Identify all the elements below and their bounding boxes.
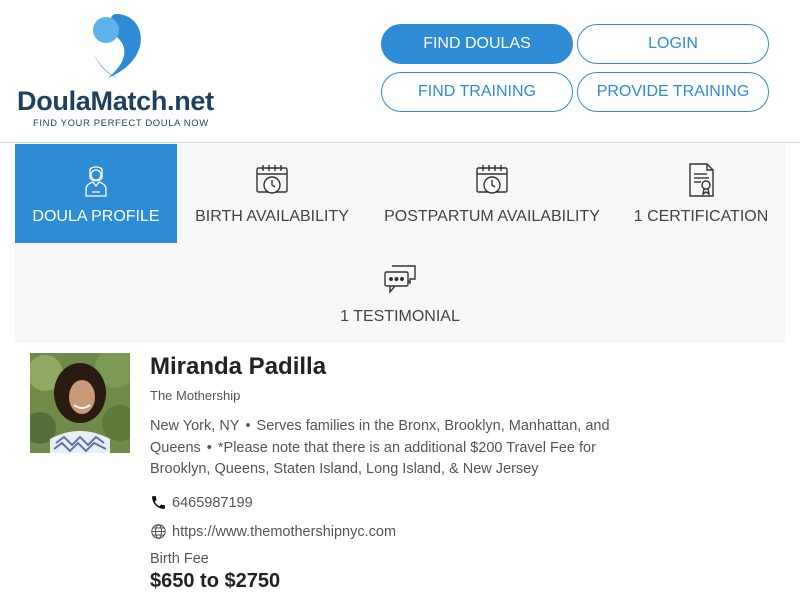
tab-label: POSTPARTUM AVAILABILITY [384, 208, 600, 225]
phone-row[interactable]: 6465987199 [150, 494, 253, 511]
tab-label: DOULA PROFILE [32, 208, 160, 225]
logo-tagline: FIND YOUR PERFECT DOULA NOW [33, 118, 209, 129]
travel-fee-note: *Please note that there is an additional… [150, 439, 596, 478]
doula-name: Miranda Padilla [150, 353, 327, 380]
login-button[interactable]: LOGIN [577, 24, 769, 64]
tab-label: 1 TESTIMONIAL [340, 308, 460, 325]
person-icon [85, 166, 107, 197]
chat-bubbles-icon [384, 265, 416, 294]
logo-mark-icon [93, 14, 141, 78]
bullet-separator: • [206, 439, 212, 456]
calendar-clock-icon [476, 165, 508, 194]
doula-organization: The Mothership [150, 388, 241, 403]
logo-wordmark: DoulaMatch.net [17, 86, 214, 116]
tab-label: BIRTH AVAILABILITY [195, 208, 349, 225]
profile-tabs: DOULA PROFILE BIRTH AVAILABILITY POSTPAR… [15, 144, 785, 343]
globe-icon [151, 524, 166, 539]
birth-fee-value: $650 to $2750 [150, 570, 281, 592]
site-logo[interactable]: DoulaMatch.net FIND YOUR PERFECT DOULA N… [15, 10, 220, 130]
tab-birth-availability[interactable]: BIRTH AVAILABILITY [177, 144, 367, 243]
certificate-icon [689, 163, 714, 197]
service-location: New York, NY • Serves families in the Bron… [150, 416, 630, 481]
birth-fee-label: Birth Fee [150, 551, 209, 567]
website-row[interactable]: https://www.themothershipnyc.com [150, 523, 396, 540]
calendar-clock-icon [256, 165, 288, 194]
bullet-separator: • [245, 418, 251, 434]
site-header: DoulaMatch.net FIND YOUR PERFECT DOULA N… [0, 0, 800, 143]
phone-icon [152, 496, 165, 509]
tab-testimonial[interactable]: 1 TESTIMONIAL [315, 244, 485, 343]
provide-training-button[interactable]: PROVIDE TRAINING [577, 72, 769, 112]
doula-photo-image [30, 353, 130, 453]
location-city: New York, NY [150, 418, 240, 434]
tab-label: 1 CERTIFICATION [633, 208, 769, 225]
find-training-button[interactable]: FIND TRAINING [381, 72, 573, 112]
doula-photo [30, 353, 130, 453]
tab-certification[interactable]: 1 CERTIFICATION [617, 144, 785, 243]
find-doulas-button[interactable]: FIND DOULAS [381, 24, 573, 64]
phone-number[interactable]: 6465987199 [172, 495, 253, 511]
tab-doula-profile[interactable]: DOULA PROFILE [15, 144, 177, 243]
tab-postpartum-availability[interactable]: POSTPARTUM AVAILABILITY [367, 144, 617, 243]
website-link[interactable]: https://www.themothershipnyc.com [172, 524, 396, 540]
